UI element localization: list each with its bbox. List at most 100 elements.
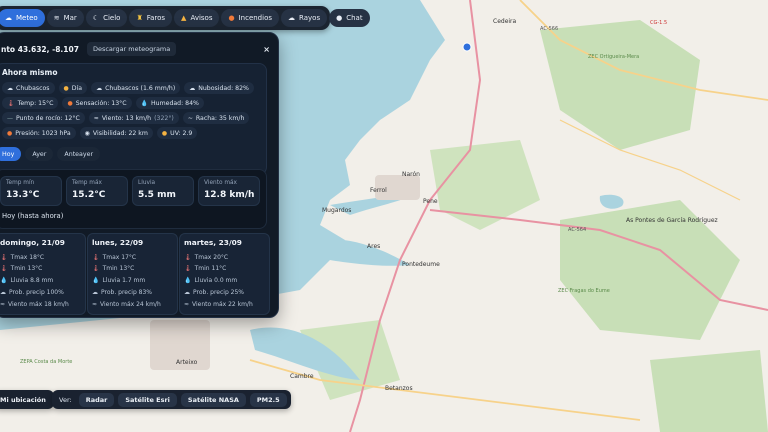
wind-icon: ≈ bbox=[0, 301, 6, 308]
map-label: Arteixo bbox=[176, 359, 198, 366]
location-marker bbox=[462, 42, 472, 52]
thermometer-icon: 🌡 bbox=[92, 265, 100, 272]
close-icon[interactable]: × bbox=[263, 45, 270, 54]
tab-yesterday[interactable]: Ayer bbox=[25, 147, 54, 161]
dew-icon: — bbox=[7, 114, 13, 122]
chip-temperature: 🌡 Temp: 15°C bbox=[2, 97, 59, 109]
droplet-icon: 💧 bbox=[184, 277, 192, 284]
tab-faros[interactable]: ♜ Faros bbox=[129, 9, 173, 27]
droplet-icon: 💧 bbox=[92, 277, 100, 284]
tab-rayos[interactable]: ☁ Rayos bbox=[281, 9, 328, 27]
view-satellite-esri-button[interactable]: Satélite Esri bbox=[118, 392, 177, 407]
thermometer-icon: 🌡 bbox=[0, 254, 8, 261]
thermometer-icon: 🌡 bbox=[92, 254, 100, 261]
view-satellite-nasa-button[interactable]: Satélite NASA bbox=[180, 392, 246, 407]
forecast-day-card: lunes, 22/09 🌡 Tmax 17°C 🌡 Tmin 13°C 💧 Lluv… bbox=[87, 233, 178, 315]
chip-precip-rate: ☁ Chubascos (1.6 mm/h) bbox=[91, 82, 181, 94]
today-summary: Temp mín 13.3°C Temp máx 15.2°C Lluvia 5.5 … bbox=[0, 169, 267, 229]
summary-label: Hoy (hasta ahora) bbox=[2, 212, 64, 220]
tab-mar[interactable]: ≋ Mar bbox=[46, 9, 84, 27]
wind-icon: ≈ bbox=[92, 301, 98, 308]
stat-temp-min: Temp mín 13.3°C bbox=[0, 176, 62, 206]
chip-visibility: ◉ Visibilidad: 22 km bbox=[79, 127, 153, 139]
gauge-icon: ● bbox=[7, 129, 13, 137]
weather-panel: nto 43.632, -8.107 Descargar meteograma … bbox=[0, 32, 279, 318]
cloud-rain-icon: ☁ bbox=[184, 289, 190, 296]
thermometer-icon: 🌡 bbox=[7, 99, 15, 107]
wind-icon: ≈ bbox=[93, 114, 99, 122]
tab-cielo[interactable]: ☾ Cielo bbox=[85, 9, 128, 27]
chip-humidity: 💧 Humedad: 84% bbox=[135, 97, 204, 109]
chip-dew-point: — Punto de rocío: 12°C bbox=[2, 112, 85, 124]
chip-conditions: ☁ Chubascos bbox=[2, 82, 55, 94]
tab-today[interactable]: Hoy bbox=[0, 147, 22, 161]
droplet-icon: 💧 bbox=[140, 99, 149, 107]
section-heading: Ahora mismo bbox=[2, 68, 58, 77]
download-meteogram-button[interactable]: Descargar meteograma bbox=[86, 42, 177, 56]
panel-header: nto 43.632, -8.107 Descargar meteograma … bbox=[1, 41, 270, 57]
map-label: Ferrol bbox=[370, 187, 387, 194]
tab-day-before[interactable]: Anteayer bbox=[57, 147, 101, 161]
forest-5 bbox=[650, 350, 768, 432]
map-label: Mugardos bbox=[322, 207, 351, 214]
map-label: Cedeira bbox=[493, 18, 517, 25]
cloud-rain-icon: ☁ bbox=[7, 84, 13, 92]
map-label: AC-564 bbox=[568, 227, 586, 233]
map-label: ZEC Ortigueira-Mera bbox=[588, 54, 639, 60]
sun-icon: ● bbox=[161, 129, 168, 137]
lightning-icon: ☁ bbox=[288, 13, 296, 22]
eye-icon: ◉ bbox=[84, 129, 90, 137]
view-pm25-button[interactable]: PM2.5 bbox=[249, 392, 287, 407]
warning-icon: ▲ bbox=[181, 13, 187, 22]
top-nav-bar: ☁ Meteo ≋ Mar ☾ Cielo ♜ Faros ▲ Avisos ● Incen… bbox=[0, 6, 370, 30]
day-tabs: Hoy Ayer Anteayer bbox=[0, 147, 101, 161]
view-label: Ver: bbox=[59, 395, 72, 404]
fire-icon: ● bbox=[228, 13, 235, 22]
tab-meteo[interactable]: ☁ Meteo bbox=[0, 9, 45, 27]
my-location-button[interactable]: Mi ubicación bbox=[0, 390, 54, 409]
chip-daytime: ● Día bbox=[58, 82, 88, 94]
map-label: Pene bbox=[423, 198, 438, 205]
sun-icon: ● bbox=[63, 84, 69, 92]
lighthouse-icon: ♜ bbox=[136, 13, 143, 22]
map-view-selector: Ver: Radar Satélite Esri Satélite NASA P… bbox=[52, 390, 291, 409]
panel-title: nto 43.632, -8.107 bbox=[1, 44, 79, 54]
chip-pressure: ● Presión: 1023 hPa bbox=[2, 127, 76, 139]
cloud-icon: ☁ bbox=[189, 84, 196, 92]
chip-feels-like: ● Sensación: 13°C bbox=[62, 97, 132, 109]
chip-cloudiness: ☁ Nubosidad: 82% bbox=[184, 82, 254, 94]
cloud-rain-icon: ☁ bbox=[96, 84, 103, 92]
view-radar-button[interactable]: Radar bbox=[78, 392, 115, 407]
cloud-icon: ☁ bbox=[5, 13, 12, 22]
map-label: ZEC Fragas do Eume bbox=[558, 288, 610, 294]
map-label: Cambre bbox=[290, 373, 314, 380]
thermometer-icon: 🌡 bbox=[0, 265, 8, 272]
face-icon: ● bbox=[67, 99, 73, 107]
stat-wind-max: Viento máx 12.8 km/h bbox=[198, 176, 260, 206]
chip-uv: ● UV: 2.9 bbox=[156, 127, 198, 139]
thermometer-icon: 🌡 bbox=[184, 254, 192, 261]
thermometer-icon: 🌡 bbox=[184, 265, 192, 272]
map-label: Betanzos bbox=[385, 385, 413, 392]
map-label: CG-1.5 bbox=[650, 20, 667, 26]
forecast-day-card: domingo, 21/09 🌡 Tmax 18°C 🌡 Tmin 13°C 💧 Ll… bbox=[0, 233, 86, 315]
forecast-day-card: martes, 23/09 🌡 Tmax 20°C 🌡 Tmin 11°C 💧 Llu… bbox=[179, 233, 270, 315]
droplet-icon: 💧 bbox=[0, 277, 8, 284]
tab-avisos[interactable]: ▲ Avisos bbox=[174, 9, 220, 27]
cloud-rain-icon: ☁ bbox=[0, 289, 6, 296]
wave-icon: ≋ bbox=[53, 13, 60, 22]
stat-rain: Lluvia 5.5 mm bbox=[132, 176, 194, 206]
chip-gust: ~ Racha: 35 km/h bbox=[182, 112, 250, 124]
tab-chat[interactable]: ● Chat bbox=[329, 9, 370, 27]
cloud-rain-icon: ☁ bbox=[92, 289, 98, 296]
map-label: Narón bbox=[402, 171, 420, 178]
moon-icon: ☾ bbox=[92, 13, 100, 22]
map-label: Pontedeume bbox=[402, 261, 440, 268]
map-label: AC-566 bbox=[540, 26, 558, 32]
map-label: As Pontes de García Rodríguez bbox=[626, 217, 718, 224]
map-label: ZEPA Costa da Morte bbox=[20, 359, 72, 365]
map-label: Ares bbox=[367, 243, 380, 250]
wind-icon: ≈ bbox=[184, 301, 190, 308]
tab-incendios[interactable]: ● Incendios bbox=[221, 9, 280, 27]
gust-icon: ~ bbox=[187, 114, 193, 122]
